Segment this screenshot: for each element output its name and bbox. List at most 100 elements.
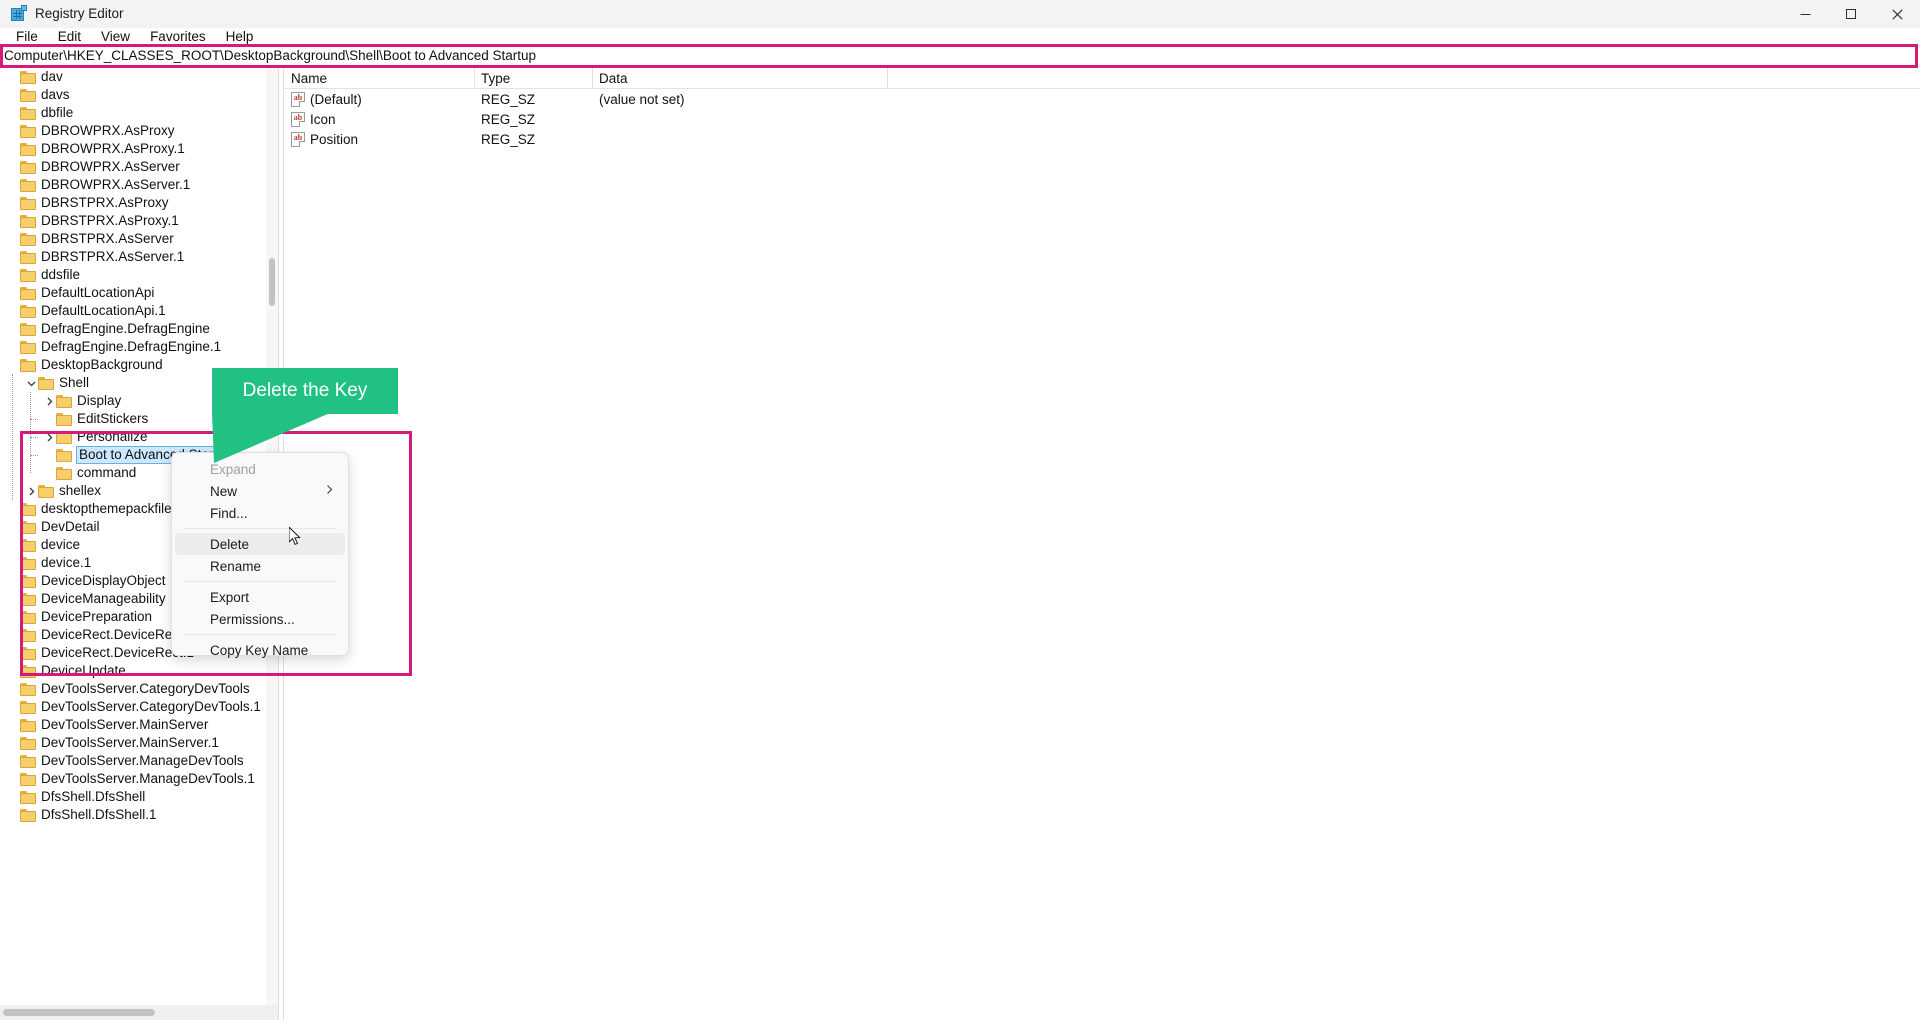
values-cell-data: (value not set): [599, 91, 685, 107]
values-cell-name: Icon: [285, 111, 475, 127]
tree-item-label: DBROWPRX.AsProxy: [41, 123, 175, 138]
tree-item[interactable]: DeviceUpdate: [0, 662, 266, 680]
tree-item[interactable]: DBROWPRX.AsProxy.1: [0, 140, 266, 158]
context-menu-item-permissions[interactable]: Permissions...: [175, 608, 345, 630]
context-menu-item-copy-key-name[interactable]: Copy Key Name: [175, 639, 345, 661]
values-cell-name: (Default): [285, 91, 475, 107]
values-row[interactable]: Position REG_SZ: [285, 129, 1920, 149]
tree-item-label: Personalize: [77, 429, 148, 444]
tree-item-label: DefaultLocationApi: [41, 285, 155, 300]
folder-icon: [20, 340, 36, 354]
folder-icon: [20, 718, 36, 732]
tree-item[interactable]: DefaultLocationApi.1: [0, 302, 266, 320]
tree-item[interactable]: dbfile: [0, 104, 266, 122]
minimize-icon[interactable]: [1782, 0, 1828, 28]
tree-item[interactable]: DevToolsServer.CategoryDevTools: [0, 680, 266, 698]
menu-file[interactable]: File: [6, 28, 48, 46]
tree-item[interactable]: DBROWPRX.AsProxy: [0, 122, 266, 140]
folder-icon: [20, 772, 36, 786]
tree-item[interactable]: DefragEngine.DefragEngine.1: [0, 338, 266, 356]
tree-item-label: Shell: [59, 375, 90, 390]
context-menu-item-new[interactable]: New: [175, 480, 345, 502]
tree-item[interactable]: DevToolsServer.MainServer.1: [0, 734, 266, 752]
chevron-right-icon[interactable]: [42, 428, 56, 446]
context-menu-item-delete[interactable]: Delete: [175, 533, 345, 555]
tree-item[interactable]: DfsShell.DfsShell: [0, 788, 266, 806]
values-row[interactable]: (Default) REG_SZ (value not set): [285, 89, 1920, 109]
context-menu-item-rename[interactable]: Rename: [175, 555, 345, 577]
column-header-data[interactable]: Data: [593, 68, 888, 88]
address-input[interactable]: Computer\HKEY_CLASSES_ROOT\DesktopBackgr…: [0, 45, 1920, 67]
menu-help[interactable]: Help: [216, 28, 264, 46]
callout-bubble: Delete the Key: [212, 368, 398, 414]
folder-icon: [20, 232, 36, 246]
tree-item-label: Display: [77, 393, 122, 408]
folder-icon: [56, 412, 72, 426]
folder-icon: [20, 358, 36, 372]
tree-item[interactable]: DBRSTPRX.AsProxy: [0, 194, 266, 212]
chevron-right-icon[interactable]: [24, 482, 38, 500]
tree-item[interactable]: DfsShell.DfsShell.1: [0, 806, 266, 824]
context-menu-item-export[interactable]: Export: [175, 586, 345, 608]
context-menu-separator: [184, 528, 336, 529]
tree-item[interactable]: DBRSTPRX.AsServer.1: [0, 248, 266, 266]
folder-icon: [20, 196, 36, 210]
tree-item[interactable]: ddsfile: [0, 266, 266, 284]
tree-item-label: DfsShell.DfsShell: [41, 789, 146, 804]
tree-item[interactable]: DevToolsServer.ManageDevTools.1: [0, 770, 266, 788]
close-icon[interactable]: [1874, 0, 1920, 28]
tree-item[interactable]: DBRSTPRX.AsServer: [0, 230, 266, 248]
context-menu-item-label: Rename: [210, 558, 262, 574]
tree-item[interactable]: DBROWPRX.AsServer.1: [0, 176, 266, 194]
chevron-down-icon[interactable]: [24, 374, 38, 392]
window-controls: [1782, 0, 1920, 28]
folder-icon: [20, 646, 36, 660]
context-menu-item-label: Delete: [210, 536, 250, 552]
tree-item[interactable]: DefaultLocationApi: [0, 284, 266, 302]
folder-icon: [20, 70, 36, 84]
tree-twisty-empty: [6, 752, 20, 770]
tree-guide-line: [30, 437, 38, 438]
folder-icon: [56, 394, 72, 408]
values-row[interactable]: Icon REG_SZ: [285, 109, 1920, 129]
context-menu-item-label: New: [210, 483, 238, 499]
tree-twisty-empty: [6, 716, 20, 734]
folder-icon: [20, 178, 36, 192]
tree-twisty-empty: [6, 680, 20, 698]
tree-item[interactable]: DBRSTPRX.AsProxy.1: [0, 212, 266, 230]
folder-icon: [20, 502, 36, 516]
chevron-right-icon[interactable]: [42, 392, 56, 410]
folder-icon: [20, 268, 36, 282]
menu-view[interactable]: View: [91, 28, 140, 46]
tree-vscroll-thumb[interactable]: [269, 258, 275, 306]
tree-twisty-empty: [6, 644, 20, 662]
tree-item-label: DefragEngine.DefragEngine.1: [41, 339, 222, 354]
tree-item[interactable]: DevToolsServer.MainServer: [0, 716, 266, 734]
tree-item[interactable]: DefragEngine.DefragEngine: [0, 320, 266, 338]
values-cell-type: REG_SZ: [481, 111, 536, 127]
folder-icon: [56, 448, 72, 462]
tree-hscroll-thumb[interactable]: [3, 1009, 155, 1016]
tree-item[interactable]: DevToolsServer.ManageDevTools: [0, 752, 266, 770]
folder-icon: [56, 466, 72, 480]
menu-edit[interactable]: Edit: [48, 28, 91, 46]
column-header-type[interactable]: Type: [475, 68, 593, 88]
tree-twisty-empty: [6, 320, 20, 338]
maximize-icon[interactable]: [1828, 0, 1874, 28]
tree-item-label: DBRSTPRX.AsServer.1: [41, 249, 185, 264]
tree-item[interactable]: DBROWPRX.AsServer: [0, 158, 266, 176]
tree-item[interactable]: dav: [0, 68, 266, 86]
tree-item-label: command: [77, 465, 137, 480]
column-header-name[interactable]: Name: [285, 68, 475, 88]
tree-twisty-empty: [6, 266, 20, 284]
string-value-icon: [291, 91, 305, 107]
tree-item-label: device.1: [41, 555, 92, 570]
folder-icon: [20, 808, 36, 822]
tree-item[interactable]: DevToolsServer.CategoryDevTools.1: [0, 698, 266, 716]
menu-favorites[interactable]: Favorites: [140, 28, 216, 46]
tree-item-label: DesktopBackground: [41, 357, 163, 372]
tree-guide-line: [30, 455, 38, 456]
tree-horizontal-scrollbar[interactable]: [0, 1005, 278, 1020]
tree-item[interactable]: davs: [0, 86, 266, 104]
context-menu-item-find[interactable]: Find...: [175, 502, 345, 524]
